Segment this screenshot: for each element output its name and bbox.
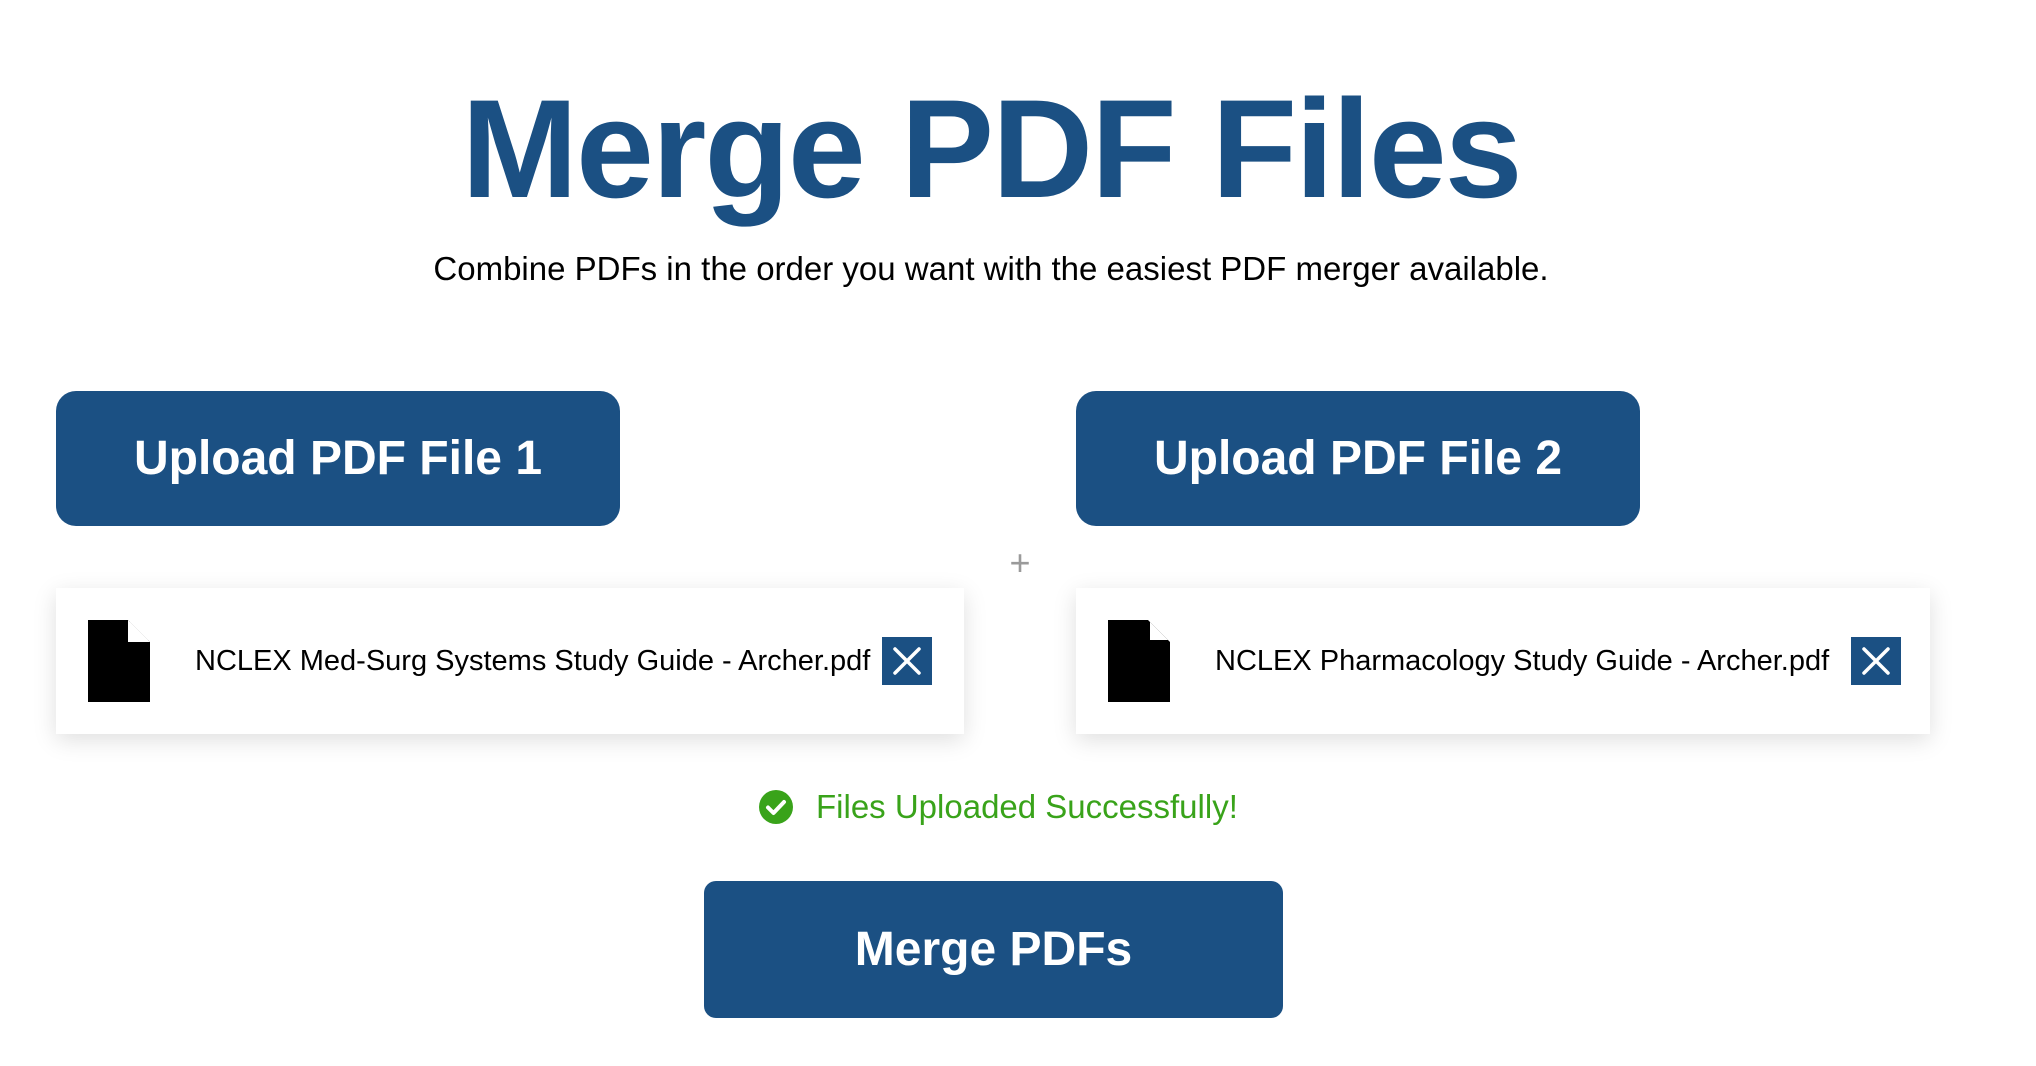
check-circle-icon	[759, 790, 793, 824]
merge-pdfs-button[interactable]: Merge PDFs	[704, 881, 1283, 1018]
file-name: NCLEX Pharmacology Study Guide - Archer.…	[1215, 644, 1830, 677]
close-icon	[893, 647, 921, 675]
upload-status: Files Uploaded Successfully!	[758, 784, 1238, 830]
remove-file-2-button[interactable]	[1851, 637, 1901, 685]
page-title: Merge PDF Files	[461, 70, 1522, 227]
remove-file-1-button[interactable]	[882, 637, 932, 685]
uploaded-file-card-1: NCLEX Med-Surg Systems Study Guide - Arc…	[56, 588, 964, 734]
upload-pdf-file-2-button[interactable]: Upload PDF File 2	[1076, 391, 1640, 526]
upload-pdf-file-1-button[interactable]: Upload PDF File 1	[56, 391, 620, 526]
file-name: NCLEX Med-Surg Systems Study Guide - Arc…	[195, 644, 871, 677]
page-subtitle: Combine PDFs in the order you want with …	[433, 250, 1549, 287]
document-icon	[88, 620, 150, 702]
uploaded-file-card-2: NCLEX Pharmacology Study Guide - Archer.…	[1076, 588, 1930, 734]
close-icon	[1862, 647, 1890, 675]
plus-separator: +	[1009, 542, 1031, 583]
merge-pdf-page: Merge PDF Files Combine PDFs in the orde…	[0, 0, 2036, 1066]
status-text: Files Uploaded Successfully!	[816, 788, 1238, 825]
document-icon	[1108, 620, 1170, 702]
